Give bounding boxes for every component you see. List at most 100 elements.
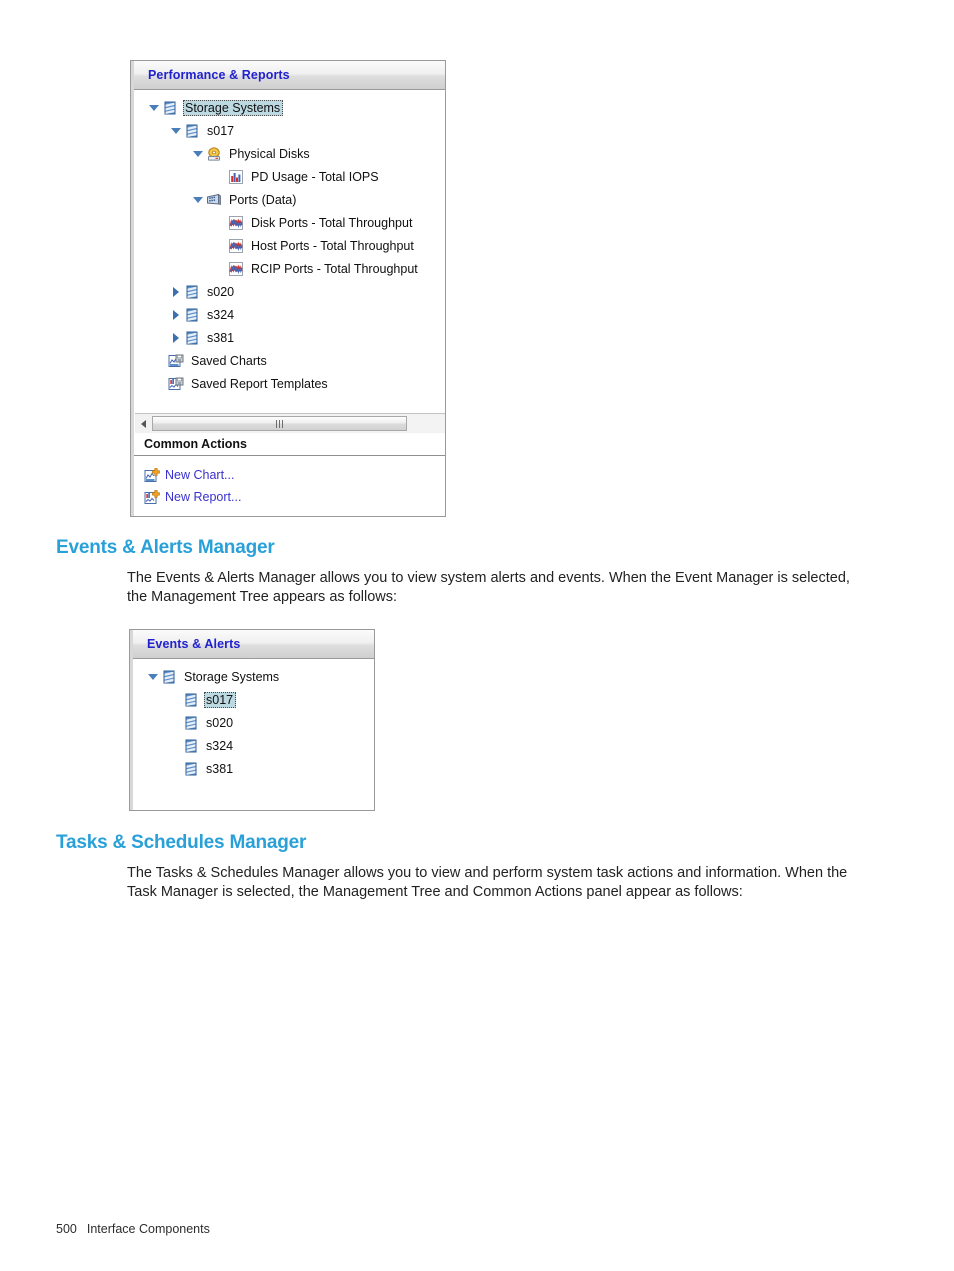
tree-item-label: Host Ports - Total Throughput [251, 238, 414, 253]
tree-expander-placeholder [212, 261, 228, 277]
tree-item-label: s324 [207, 307, 235, 322]
performance-reports-panel: Performance & Reports Storage Systems s01… [130, 60, 446, 517]
tree-item-saved-report-templates[interactable]: Saved Report Templates [134, 372, 445, 395]
new-chart-icon [144, 467, 160, 483]
tree-item-physical-disks[interactable]: Physical Disks [134, 142, 445, 165]
tree-expander-placeholder [167, 738, 183, 754]
tree-item-label: s324 [206, 738, 234, 753]
storage-system-icon [183, 715, 199, 731]
physical-disks-icon [206, 146, 222, 162]
tree-item-label: Storage Systems [183, 99, 284, 116]
line-chart-icon [228, 261, 244, 277]
performance-panel-title: Performance & Reports [148, 68, 290, 82]
tree-item-label: s020 [207, 284, 235, 299]
performance-management-tree[interactable]: Storage Systems s017 Physical Disks PD Usag… [134, 90, 445, 412]
grip-line [282, 419, 283, 428]
tree-item-s381[interactable]: s381 [134, 326, 445, 349]
tree-item-s020[interactable]: s020 [133, 711, 374, 734]
tree-item-host-ports-total-throughput[interactable]: Host Ports - Total Throughput [134, 234, 445, 257]
tree-item-s324[interactable]: s324 [133, 734, 374, 757]
expander-expand-icon[interactable] [168, 307, 184, 323]
tree-item-disk-ports-total-throughput[interactable]: Disk Ports - Total Throughput [134, 211, 445, 234]
tree-item-label: s020 [206, 715, 234, 730]
common-action-new-chart[interactable]: New Chart... [134, 464, 445, 486]
storage-system-icon [184, 123, 200, 139]
events-alerts-manager-paragraph: The Events & Alerts Manager allows you t… [127, 570, 850, 605]
footer-page-number: 500 [56, 1222, 77, 1236]
tree-item-label: Saved Charts [191, 353, 267, 368]
tree-expander-placeholder [167, 715, 183, 731]
tree-item-label: Saved Report Templates [191, 376, 328, 391]
ports-data-icon [206, 192, 222, 208]
storage-system-icon [183, 738, 199, 754]
tasks-schedules-manager-heading: Tasks & Schedules Manager [56, 832, 307, 853]
tree-item-label: s017 [207, 123, 235, 138]
grip-line [279, 419, 280, 428]
expander-collapse-icon[interactable] [146, 100, 162, 116]
line-chart-icon [228, 238, 244, 254]
expander-expand-icon[interactable] [168, 284, 184, 300]
tree-expander-placeholder [167, 761, 183, 777]
storage-system-icon [183, 761, 199, 777]
line-chart-icon [228, 215, 244, 231]
expander-expand-icon[interactable] [168, 330, 184, 346]
horizontal-scrollbar[interactable] [135, 413, 445, 433]
common-actions-header: Common Actions [134, 433, 445, 456]
tree-expander-placeholder [212, 169, 228, 185]
common-actions-list[interactable]: New Chart... New Report... [134, 456, 445, 508]
tree-item-s017[interactable]: s017 [133, 688, 374, 711]
tree-item-label: RCIP Ports - Total Throughput [251, 261, 418, 276]
expander-collapse-icon[interactable] [168, 123, 184, 139]
tree-item-s020[interactable]: s020 [134, 280, 445, 303]
tree-item-s381[interactable]: s381 [133, 757, 374, 780]
events-alerts-manager-heading: Events & Alerts Manager [56, 537, 275, 558]
expander-collapse-icon[interactable] [190, 192, 206, 208]
tree-expander-placeholder [212, 238, 228, 254]
tree-item-label: PD Usage - Total IOPS [251, 169, 379, 184]
storage-system-icon [162, 100, 178, 116]
tree-item-label: Physical Disks [229, 146, 310, 161]
common-action-label[interactable]: New Report... [165, 490, 241, 504]
tree-item-storage-systems[interactable]: Storage Systems [134, 96, 445, 119]
scrollbar-thumb[interactable] [152, 416, 407, 431]
storage-system-icon [161, 669, 177, 685]
bar-chart-icon [228, 169, 244, 185]
storage-system-icon [184, 284, 200, 300]
saved-reports-icon [168, 376, 184, 392]
tree-item-label: s381 [206, 761, 234, 776]
tree-item-label: Ports (Data) [229, 192, 297, 207]
tree-item-s017[interactable]: s017 [134, 119, 445, 142]
scrollbar-track[interactable] [152, 415, 445, 432]
tasks-schedules-manager-paragraph: The Tasks & Schedules Manager allows you… [127, 865, 848, 900]
tree-item-label: Storage Systems [184, 669, 280, 684]
tree-item-ports-data[interactable]: Ports (Data) [134, 188, 445, 211]
events-panel-header: Events & Alerts [133, 630, 374, 659]
tree-item-s324[interactable]: s324 [134, 303, 445, 326]
tree-item-saved-charts[interactable]: Saved Charts [134, 349, 445, 372]
storage-system-icon [184, 307, 200, 323]
scroll-left-arrow-icon[interactable] [135, 415, 152, 432]
expander-collapse-icon[interactable] [190, 146, 206, 162]
events-management-tree[interactable]: Storage Systems s017 s020 s324 s381 [133, 659, 374, 780]
tree-item-label: Disk Ports - Total Throughput [251, 215, 413, 230]
tree-item-label: s017 [204, 691, 237, 708]
page-footer: 500 Interface Components [56, 1222, 210, 1236]
tree-item-pd-usage-total-iops[interactable]: PD Usage - Total IOPS [134, 165, 445, 188]
storage-system-icon [183, 692, 199, 708]
tree-expander-placeholder [212, 215, 228, 231]
tree-item-storage-systems[interactable]: Storage Systems [133, 665, 374, 688]
storage-system-icon [184, 330, 200, 346]
expander-collapse-icon[interactable] [145, 669, 161, 685]
tree-expander-placeholder [167, 692, 183, 708]
grip-line [276, 419, 277, 428]
common-action-new-report[interactable]: New Report... [134, 486, 445, 508]
common-actions-title: Common Actions [144, 437, 248, 451]
tree-item-rcip-ports-total-throughput[interactable]: RCIP Ports - Total Throughput [134, 257, 445, 280]
saved-charts-icon [168, 353, 184, 369]
events-alerts-panel: Events & Alerts Storage Systems s017 s020 s… [129, 629, 375, 811]
footer-chapter-title: Interface Components [86, 1222, 210, 1236]
performance-panel-header: Performance & Reports [134, 61, 445, 90]
new-report-icon [144, 489, 160, 505]
tree-item-label: s381 [207, 330, 235, 345]
common-action-label[interactable]: New Chart... [165, 468, 234, 482]
